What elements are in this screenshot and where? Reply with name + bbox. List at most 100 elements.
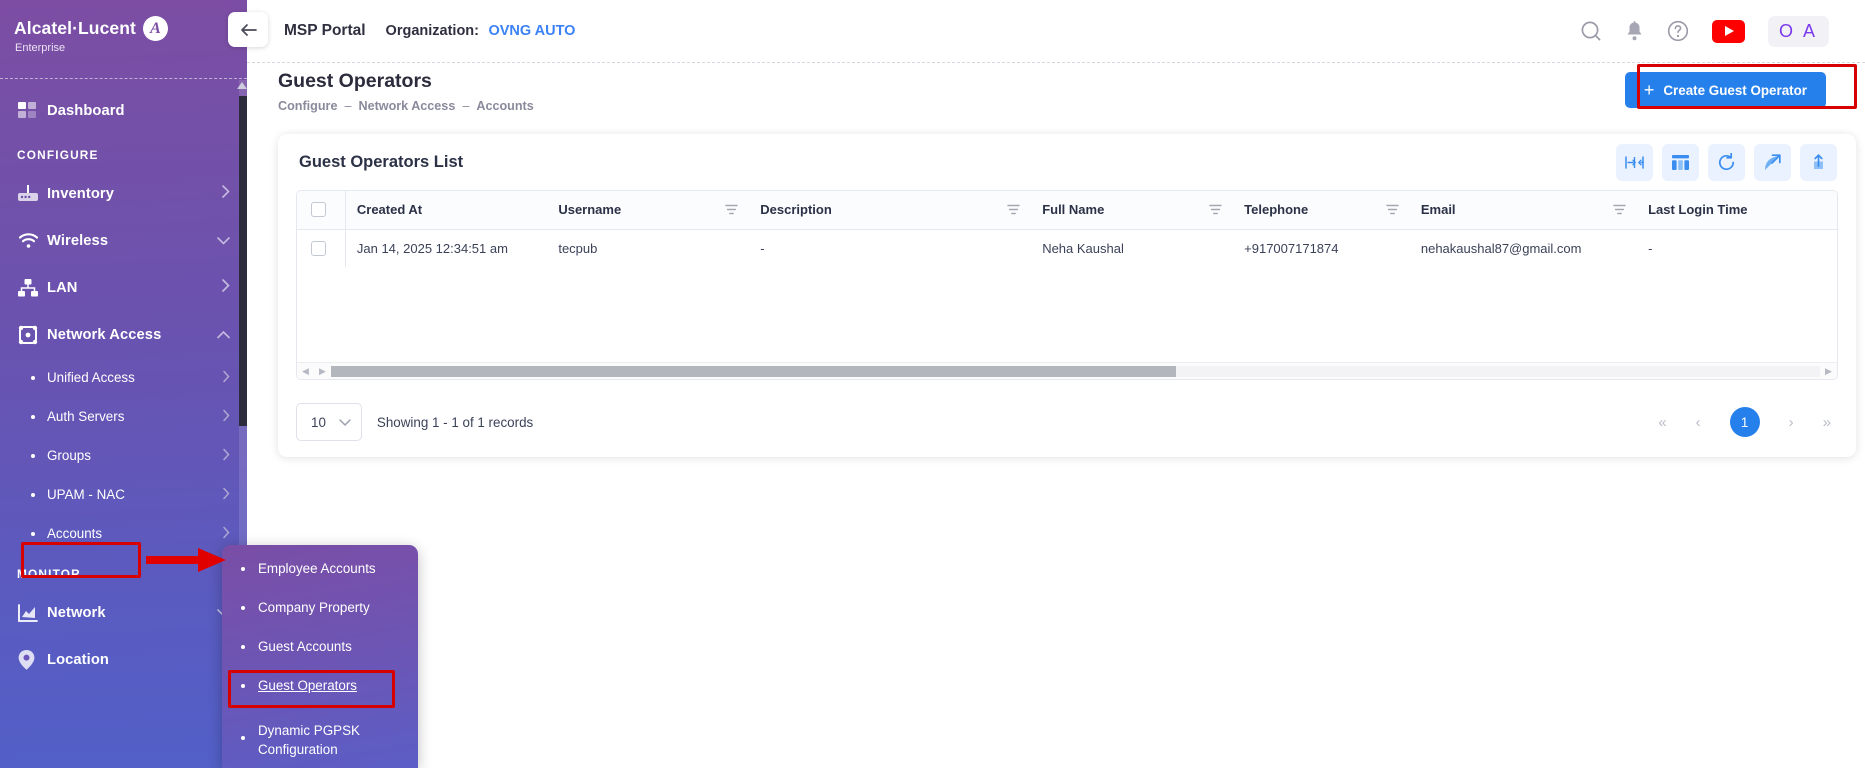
column-header-telephone[interactable]: Telephone — [1233, 191, 1410, 229]
column-label: Description — [760, 202, 832, 217]
table-footer: 10 Showing 1 - 1 of 1 records « ‹ 1 › » — [278, 387, 1856, 457]
app-root: Alcatel·Lucent A Enterprise Dashboard CO… — [0, 0, 1865, 768]
flyout-item-guest-operators[interactable]: Guest Operators — [222, 676, 418, 715]
table-horizontal-scrollbar[interactable]: ◀ ▶ ▶ — [297, 362, 1837, 379]
network-chart-icon — [18, 604, 47, 622]
sidebar-item-label: LAN — [47, 280, 78, 296]
sidebar-item-label: Wireless — [47, 233, 108, 249]
next-page-button[interactable]: › — [1789, 415, 1794, 430]
scroll-left-arrow-icon[interactable]: ◀ — [297, 366, 314, 377]
flyout-item-label: Dynamic PGPSK Configuration — [258, 721, 378, 759]
chevron-right-icon — [223, 448, 230, 463]
first-page-button[interactable]: « — [1658, 415, 1666, 430]
filter-icon[interactable] — [1209, 204, 1222, 215]
guest-operators-table: Created At Username Description — [297, 191, 1837, 268]
bullet-icon — [241, 567, 245, 571]
column-header-email[interactable]: Email — [1410, 191, 1637, 229]
sidebar-collapse-button[interactable] — [228, 12, 268, 47]
sidebar-item-lan[interactable]: LAN — [0, 264, 247, 311]
accounts-flyout-menu: Employee Accounts Company Property Guest… — [222, 545, 418, 768]
column-header-created-at[interactable]: Created At — [345, 191, 547, 229]
page-number-1[interactable]: 1 — [1730, 407, 1760, 437]
column-header-description[interactable]: Description — [749, 191, 1031, 229]
sidebar-item-label: Dashboard — [47, 103, 125, 119]
sidebar-item-dashboard[interactable]: Dashboard — [0, 87, 247, 134]
brand-logo[interactable]: Alcatel·Lucent A Enterprise — [0, 0, 247, 66]
breadcrumb-item-accounts[interactable]: Accounts — [476, 99, 533, 113]
cell-full-name: Neha Kaushal — [1031, 229, 1233, 267]
cell-last-login-time: - — [1637, 229, 1837, 267]
chevron-right-icon — [223, 370, 230, 385]
prev-page-button[interactable]: ‹ — [1696, 415, 1701, 430]
sidebar-item-inventory[interactable]: Inventory — [0, 170, 247, 217]
create-guest-operator-button[interactable]: + Create Guest Operator — [1625, 72, 1826, 108]
column-label: Created At — [357, 202, 422, 217]
sidebar-item-auth-servers[interactable]: Auth Servers — [0, 397, 247, 436]
filter-icon[interactable] — [725, 204, 738, 215]
fit-columns-icon[interactable] — [1616, 144, 1653, 181]
table-row[interactable]: Jan 14, 2025 12:34:51 am tecpub - Neha K… — [297, 229, 1837, 267]
youtube-icon[interactable] — [1712, 20, 1745, 43]
guest-operators-card: Guest Operators List — [278, 134, 1856, 457]
msp-portal-label[interactable]: MSP Portal — [284, 22, 366, 40]
last-page-button[interactable]: » — [1823, 415, 1831, 430]
breadcrumb-item-network-access[interactable]: Network Access — [358, 99, 455, 113]
filter-icon[interactable] — [1007, 204, 1020, 215]
flyout-item-employee-accounts[interactable]: Employee Accounts — [222, 559, 418, 598]
bullet-icon — [241, 645, 245, 649]
filter-icon[interactable] — [1386, 204, 1399, 215]
table-header: Created At Username Description — [297, 191, 1837, 229]
sidebar-item-groups[interactable]: Groups — [0, 436, 247, 475]
filter-icon[interactable] — [1613, 204, 1626, 215]
breadcrumb-separator: – — [462, 99, 469, 113]
table-header-row: Created At Username Description — [297, 191, 1837, 229]
breadcrumb-item-configure[interactable]: Configure — [278, 99, 337, 113]
sidebar-item-network[interactable]: Network — [0, 589, 247, 636]
flyout-item-dynamic-pgpsk-configuration[interactable]: Dynamic PGPSK Configuration — [222, 715, 418, 759]
column-header-last-login-time[interactable]: Last Login Time — [1637, 191, 1837, 229]
column-settings-icon[interactable] — [1662, 144, 1699, 181]
scroll-end-arrow-icon[interactable]: ▶ — [1820, 366, 1837, 377]
column-header-username[interactable]: Username — [547, 191, 749, 229]
organization-value[interactable]: OVNG AUTO — [488, 23, 575, 39]
column-header-full-name[interactable]: Full Name — [1031, 191, 1233, 229]
edit-icon[interactable] — [1754, 144, 1791, 181]
export-icon[interactable] — [1800, 144, 1837, 181]
organization-block: Organization: OVNG AUTO — [386, 22, 576, 40]
scrollbar-track[interactable] — [331, 366, 1820, 377]
cell-email: nehakaushal87@gmail.com — [1410, 229, 1637, 267]
refresh-icon[interactable] — [1708, 144, 1745, 181]
chevron-right-icon — [223, 409, 230, 424]
location-icon — [18, 650, 47, 670]
chevron-up-icon — [217, 326, 230, 344]
row-checkbox[interactable] — [311, 241, 326, 256]
sidebar-subitem-label: UPAM - NAC — [47, 487, 125, 502]
sidebar-scrollbar-thumb[interactable] — [239, 96, 247, 426]
chevron-down-icon — [217, 232, 230, 250]
select-all-checkbox[interactable] — [311, 202, 326, 217]
help-icon[interactable] — [1667, 20, 1689, 42]
select-all-header — [297, 191, 345, 229]
chevron-right-icon — [222, 185, 230, 203]
search-icon[interactable] — [1580, 20, 1602, 42]
page-size-value: 10 — [311, 415, 326, 430]
scrollbar-thumb[interactable] — [331, 366, 1176, 377]
top-bar: MSP Portal Organization: OVNG AUTO O A — [247, 0, 1865, 63]
page-size-select[interactable]: 10 — [296, 403, 362, 441]
sidebar-subitem-label: Unified Access — [47, 370, 135, 385]
sidebar-item-network-access[interactable]: Network Access — [0, 311, 247, 358]
flyout-item-label: Guest Operators — [258, 676, 357, 695]
bullet-icon — [31, 454, 35, 458]
card-toolbar — [1616, 144, 1837, 181]
sidebar-item-location[interactable]: Location — [0, 636, 247, 683]
flyout-item-guest-accounts[interactable]: Guest Accounts — [222, 637, 418, 676]
sidebar-item-unified-access[interactable]: Unified Access — [0, 358, 247, 397]
plus-icon: + — [1644, 81, 1655, 99]
sidebar-item-upam-nac[interactable]: UPAM - NAC — [0, 475, 247, 514]
sidebar-item-wireless[interactable]: Wireless — [0, 217, 247, 264]
avatar[interactable]: O A — [1768, 16, 1829, 47]
scroll-right-arrow-icon[interactable]: ▶ — [314, 366, 331, 377]
flyout-item-company-property[interactable]: Company Property — [222, 598, 418, 637]
brand-subtitle: Enterprise — [14, 42, 247, 54]
bell-icon[interactable] — [1625, 21, 1644, 42]
